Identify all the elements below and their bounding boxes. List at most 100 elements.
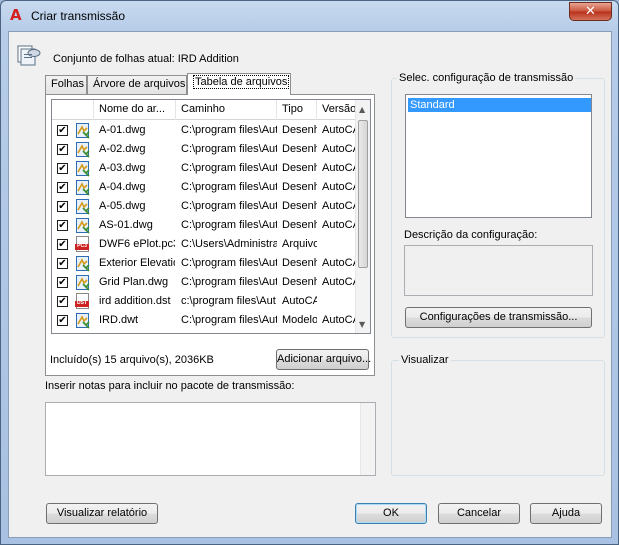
include-checkbox[interactable]: ✔	[57, 220, 68, 231]
table-row[interactable]: ✔ A-03.dwg C:\program files\Aut Desenh AutoC…	[52, 159, 356, 178]
title-bar[interactable]: A Criar transmissão ✕	[1, 1, 618, 31]
dwg-file-icon	[74, 198, 91, 215]
setup-description-label: Descrição da configuração:	[404, 229, 538, 241]
file-name-cell: A-05.dwg	[99, 200, 146, 212]
file-type-cell: Desenh	[282, 257, 317, 269]
file-name-cell: AS-01.dwg	[99, 219, 153, 231]
file-name-cell: Exterior Elevatio	[99, 257, 175, 269]
setup-description-box	[404, 245, 593, 296]
transmittal-setup-list[interactable]: Standard	[405, 94, 592, 218]
file-version-cell: AutoCAD	[322, 181, 356, 193]
transmittal-setups-button-label: Configurações de transmissão...	[419, 311, 578, 323]
table-row[interactable]: ✔ IRD.dwt C:\program files\Aut Modelo AutoCA…	[52, 311, 356, 330]
tab-tabela-label: Tabela de arquivos	[193, 75, 290, 89]
file-version-cell: AutoCAD	[322, 143, 356, 155]
file-type-cell: Desenh	[282, 200, 317, 212]
table-row[interactable]: ✔ A-01.dwg C:\program files\Aut Desenh AutoC…	[52, 121, 356, 140]
tab-folhas[interactable]: Folhas	[45, 75, 87, 94]
table-row[interactable]: ✔ DST ird addition.dst c:\program files\Aut…	[52, 292, 356, 311]
file-type-badge: DST	[77, 300, 87, 306]
include-checkbox[interactable]: ✔	[57, 296, 68, 307]
dwt-file-icon	[74, 312, 91, 329]
included-files-summary: Incluído(s) 15 arquivo(s), 2036KB	[50, 354, 214, 366]
autocad-logo-icon: A	[10, 6, 22, 24]
file-path-cell: C:\program files\Aut	[181, 314, 277, 326]
scroll-up-icon[interactable]: ▲	[359, 105, 365, 114]
tab-tabela-de-arquivos[interactable]: Tabela de arquivos	[187, 73, 291, 95]
include-checkbox[interactable]: ✔	[57, 258, 68, 269]
file-list[interactable]: Nome do ar... Caminho Tipo Versão ✔ A-01.…	[51, 99, 371, 334]
include-checkbox[interactable]: ✔	[57, 239, 68, 250]
scroll-down-icon[interactable]: ▼	[359, 320, 365, 329]
dialog-client-area: Conjunto de folhas atual: IRD Addition F…	[8, 31, 612, 538]
help-button[interactable]: Ajuda	[530, 503, 602, 524]
preview-group	[391, 360, 605, 476]
notes-textarea[interactable]	[45, 402, 376, 476]
transmittal-setups-button[interactable]: Configurações de transmissão...	[405, 307, 592, 328]
include-checkbox[interactable]: ✔	[57, 144, 68, 155]
file-rows: ✔ A-01.dwg C:\program files\Aut Desenh AutoC…	[52, 121, 356, 330]
file-version-cell	[322, 292, 356, 311]
dialog-window: A Criar transmissão ✕ Conjunto de folhas…	[0, 0, 619, 545]
file-name-cell: Grid Plan.dwg	[99, 276, 169, 288]
file-name-cell: A-01.dwg	[99, 124, 146, 136]
dwg-file-icon	[74, 274, 91, 291]
dwg-file-icon	[74, 122, 91, 139]
file-type-cell: Desenh	[282, 162, 317, 174]
file-list-scrollbar[interactable]: ▲ ▼	[355, 100, 370, 333]
table-row[interactable]: ✔ PC3 DWF6 ePlot.pc3 C:\Users\Administra Arq…	[52, 235, 356, 254]
notes-label: Inserir notas para incluir no pacote de …	[45, 380, 295, 392]
file-path-cell: C:\program files\Aut	[181, 200, 277, 212]
include-checkbox[interactable]: ✔	[57, 163, 68, 174]
include-checkbox[interactable]: ✔	[57, 315, 68, 326]
ok-button-label: OK	[383, 507, 399, 519]
tab-folhas-label: Folhas	[51, 78, 85, 90]
file-type-cell: Desenh	[282, 219, 317, 231]
file-type-cell: AutoCA	[282, 295, 317, 307]
scrollbar-thumb[interactable]	[358, 120, 368, 268]
file-name-cell: A-03.dwg	[99, 162, 146, 174]
file-name-cell: A-04.dwg	[99, 181, 146, 193]
view-report-button[interactable]: Visualizar relatório	[46, 503, 158, 524]
column-header-name[interactable]: Nome do ar...	[94, 100, 176, 120]
ok-button[interactable]: OK	[355, 503, 427, 524]
file-path-cell: C:\program files\Aut	[181, 124, 277, 136]
close-button[interactable]: ✕	[569, 2, 612, 21]
table-row[interactable]: ✔ A-05.dwg C:\program files\Aut Desenh AutoC…	[52, 197, 356, 216]
dwg-file-icon	[74, 217, 91, 234]
file-name-cell: ird addition.dst	[99, 295, 171, 307]
include-checkbox[interactable]: ✔	[57, 201, 68, 212]
table-row[interactable]: ✔ A-02.dwg C:\program files\Aut Desenh AutoC…	[52, 140, 356, 159]
cancel-button[interactable]: Cancelar	[438, 503, 520, 524]
table-row[interactable]: ✔ Grid Plan.dwg C:\program files\Aut Desenh…	[52, 273, 356, 292]
transmittal-setup-label: Selec. configuração de transmissão	[397, 72, 576, 84]
column-header-check[interactable]	[52, 100, 94, 120]
dwg-file-icon	[74, 179, 91, 196]
add-file-button[interactable]: Adicionar arquivo...	[276, 349, 371, 370]
file-path-cell: C:\program files\Aut	[181, 181, 277, 193]
notes-scrollbar[interactable]	[360, 403, 375, 475]
include-checkbox[interactable]: ✔	[57, 277, 68, 288]
setup-item-standard[interactable]: Standard	[408, 98, 591, 112]
preview-label: Visualizar	[399, 354, 451, 366]
include-checkbox[interactable]: ✔	[57, 182, 68, 193]
dwg-file-icon	[74, 141, 91, 158]
file-path-cell: C:\program files\Aut	[181, 257, 277, 269]
tab-arvore-label: Árvore de arquivos	[93, 78, 186, 90]
column-header-version[interactable]: Versão	[317, 100, 359, 120]
cancel-button-label: Cancelar	[456, 507, 502, 519]
include-checkbox[interactable]: ✔	[57, 125, 68, 136]
pc3-file-icon: PC3	[74, 236, 91, 253]
table-row[interactable]: ✔ Exterior Elevatio C:\program files\Aut De…	[52, 254, 356, 273]
file-version-cell: AutoCAD	[322, 257, 356, 269]
file-version-cell: AutoCAD	[322, 124, 356, 136]
file-path-cell: c:\program files\Aut	[181, 295, 276, 307]
file-type-cell: Arquivo	[282, 238, 317, 250]
tab-arvore-de-arquivos[interactable]: Árvore de arquivos	[87, 75, 187, 94]
table-row[interactable]: ✔ AS-01.dwg C:\program files\Aut Desenh Auto…	[52, 216, 356, 235]
column-header-type[interactable]: Tipo	[277, 100, 317, 120]
file-version-cell: AutoCAD	[322, 162, 356, 174]
table-row[interactable]: ✔ A-04.dwg C:\program files\Aut Desenh AutoC…	[52, 178, 356, 197]
column-header-path[interactable]: Caminho	[176, 100, 277, 120]
file-path-cell: C:\Users\Administra	[181, 238, 277, 250]
